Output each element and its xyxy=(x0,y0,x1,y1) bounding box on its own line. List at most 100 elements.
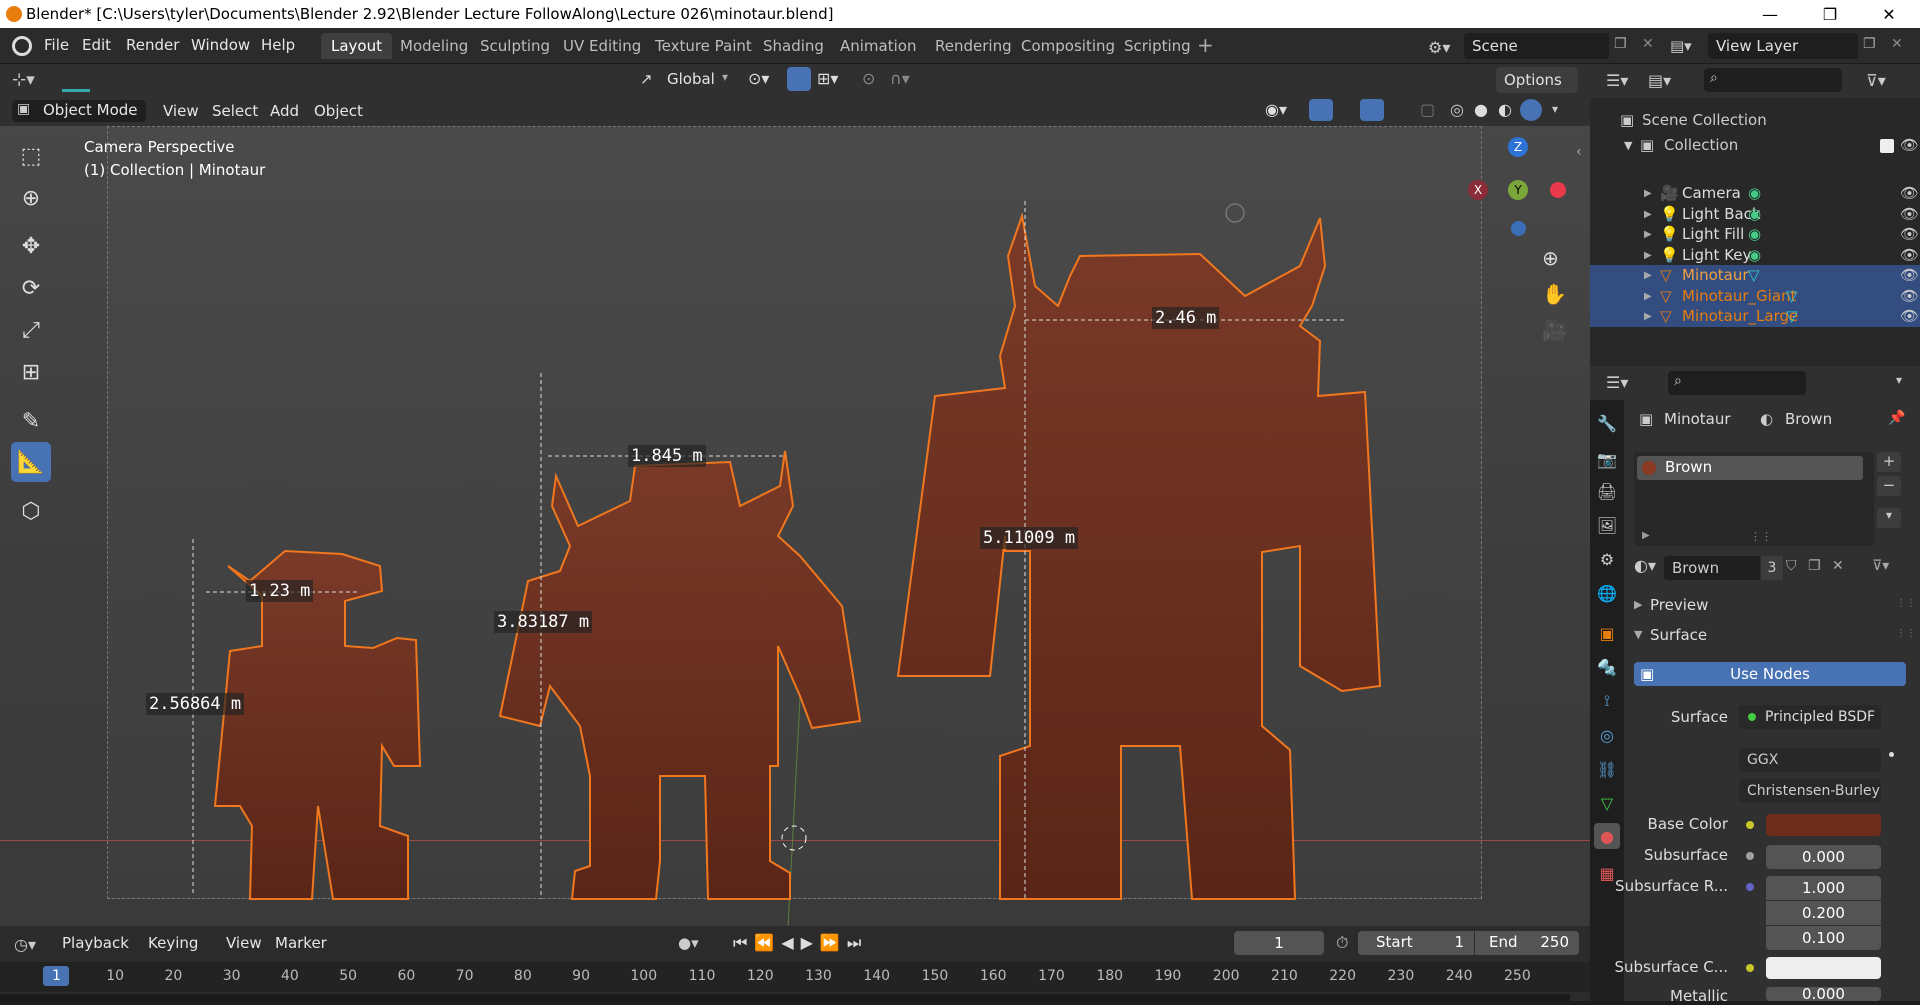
timeline-menu-playback[interactable]: Playback xyxy=(62,934,129,952)
eye-icon[interactable]: 👁 xyxy=(1900,306,1919,327)
surface-shader-field[interactable]: Principled BSDF xyxy=(1739,705,1881,729)
exclude-checkbox[interactable] xyxy=(1880,139,1894,153)
rendered-shading-icon[interactable] xyxy=(1520,99,1542,121)
object-data-icon[interactable]: ◉ xyxy=(1748,224,1761,245)
subsurface-method-dropdown[interactable]: Christensen-Burley xyxy=(1739,779,1881,803)
options-dropdown[interactable]: Options xyxy=(1496,67,1578,93)
expand-icon[interactable]: ▶ xyxy=(1644,224,1652,245)
outliner-type-icon[interactable]: ☰▾ xyxy=(1606,71,1628,90)
tab-texture-paint[interactable]: Texture Paint xyxy=(645,33,762,59)
maximize-button[interactable]: ❐ xyxy=(1807,0,1853,28)
gizmo-z-negative[interactable] xyxy=(1511,221,1526,236)
transform-orientation-dropdown[interactable]: Global xyxy=(667,70,715,88)
constraints-tab-icon[interactable]: ⛓ xyxy=(1594,756,1620,782)
outliner-item[interactable]: ▶ 💡 Light Fill ◉ 👁 xyxy=(1590,224,1920,245)
pin-icon[interactable]: 📌 xyxy=(1888,410,1905,426)
transform-orientation-icon[interactable]: ↗ xyxy=(640,70,653,88)
expand-icon[interactable]: ▶ xyxy=(1642,530,1650,541)
properties-search-input[interactable]: ⌕ xyxy=(1668,371,1806,395)
browse-material-icon[interactable]: ◐▾ xyxy=(1634,556,1656,575)
fake-user-icon[interactable]: ⛉ xyxy=(1786,558,1797,574)
expand-icon[interactable]: ▶ xyxy=(1644,265,1652,286)
keyframe-dot[interactable] xyxy=(1889,752,1894,757)
gizmo-x-axis[interactable]: X xyxy=(1468,180,1488,200)
expand-icon[interactable]: ▶ xyxy=(1644,306,1652,327)
render-tab-icon[interactable]: 📷 xyxy=(1594,446,1620,472)
tab-animation[interactable]: Animation xyxy=(830,33,926,59)
close-button[interactable]: ✕ xyxy=(1866,0,1912,28)
tab-scripting[interactable]: Scripting xyxy=(1114,33,1201,59)
mesh-data-icon[interactable]: ▽ xyxy=(1786,306,1798,327)
outliner-scene-collection[interactable]: ▣ Scene Collection xyxy=(1590,108,1920,133)
auto-keying-icon[interactable]: ●▾ xyxy=(678,934,699,952)
menu-help[interactable]: Help xyxy=(261,36,295,54)
preview-collapse-icon[interactable]: ▶ xyxy=(1634,598,1642,611)
material-name-field[interactable]: Brown xyxy=(1664,556,1760,580)
object-tab-icon[interactable]: ▣ xyxy=(1594,620,1620,646)
gizmo-y-axis[interactable]: Y xyxy=(1508,180,1528,200)
tab-modeling[interactable]: Modeling xyxy=(390,33,478,59)
playback-controls[interactable]: ⏮⏪◀▶⏩⏭ xyxy=(733,933,868,953)
start-frame-field[interactable]: Start 1 xyxy=(1358,931,1474,955)
preview-panel-header[interactable]: Preview xyxy=(1650,596,1708,614)
scene-selector-icon[interactable]: ⚙▾ xyxy=(1428,38,1450,57)
subsurface-radius-z[interactable]: 0.100 xyxy=(1766,926,1881,950)
camera-view-icon[interactable]: 🎥 xyxy=(1542,318,1567,342)
zoom-icon[interactable]: ⊕ xyxy=(1542,246,1559,270)
base-color-swatch[interactable] xyxy=(1766,814,1881,836)
metallic-value-field[interactable]: 0.000 xyxy=(1766,987,1881,1001)
resize-handle-icon[interactable]: ⋮⋮ xyxy=(1750,530,1772,543)
gizmo-x-positive[interactable] xyxy=(1550,182,1566,198)
mesh-data-icon[interactable]: ▽ xyxy=(1748,265,1760,286)
eye-icon[interactable]: 👁 xyxy=(1900,133,1919,158)
output-tab-icon[interactable]: 🖨 xyxy=(1594,478,1620,504)
eye-icon[interactable]: 👁 xyxy=(1900,183,1919,204)
menu-edit[interactable]: Edit xyxy=(82,36,111,54)
add-workspace-icon[interactable]: + xyxy=(1197,33,1214,57)
tab-sculpting[interactable]: Sculpting xyxy=(470,33,560,59)
viewport-menu-select[interactable]: Select xyxy=(212,102,258,120)
modifier-tab-icon[interactable]: 🔩 xyxy=(1594,654,1620,680)
mesh-data-icon[interactable]: ▽ xyxy=(1786,286,1798,307)
visibility-icon[interactable]: ◉▾ xyxy=(1265,100,1287,119)
scene-name-field[interactable]: Scene xyxy=(1464,33,1609,59)
expand-icon[interactable]: ▶ xyxy=(1644,183,1652,204)
viewport-menu-view[interactable]: View xyxy=(163,102,199,120)
filter-icon[interactable]: ⊽▾ xyxy=(1866,71,1886,90)
3d-viewport[interactable]: ⬚ ⊕ ✥ ⟳ ⤢ ⊞ ✎ 📐 ⬡ Camera Perspective (1)… xyxy=(0,126,1590,926)
use-nodes-button[interactable]: ▣ Use Nodes xyxy=(1634,662,1906,686)
scene-tab-icon[interactable]: ⚙ xyxy=(1594,546,1620,572)
collapse-icon[interactable]: ▼ xyxy=(1624,133,1632,158)
overlay-toggle-icon[interactable] xyxy=(1360,99,1384,121)
material-users-count[interactable]: 3 xyxy=(1761,556,1783,580)
view-layer-field[interactable]: View Layer xyxy=(1708,33,1858,59)
distribution-dropdown[interactable]: GGX xyxy=(1739,748,1881,772)
minotaur-figures[interactable] xyxy=(0,126,1590,926)
view-layer-icon[interactable]: ▤▾ xyxy=(1670,37,1692,55)
gizmo-toggle-icon[interactable] xyxy=(1309,99,1333,121)
menu-render[interactable]: Render xyxy=(126,36,179,54)
blender-menu-icon[interactable] xyxy=(12,36,32,56)
pivot-point-icon[interactable]: ⊙▾ xyxy=(748,69,769,88)
proportional-editing-icon[interactable]: ⊙ xyxy=(862,69,875,88)
data-tab-icon[interactable]: ▽ xyxy=(1594,790,1620,816)
timeline-scrollbar[interactable] xyxy=(0,994,1570,1001)
properties-type-icon[interactable]: ☰▾ xyxy=(1606,373,1628,392)
end-frame-field[interactable]: End 250 xyxy=(1475,931,1579,955)
menu-window[interactable]: Window xyxy=(191,36,250,54)
minimize-button[interactable]: — xyxy=(1747,0,1793,28)
delete-view-layer-icon[interactable]: ✕ xyxy=(1891,36,1903,52)
eye-icon[interactable]: 👁 xyxy=(1900,245,1919,266)
outliner-item[interactable]: ▶ ▽ Minotaur_Giant ▽ 👁 xyxy=(1590,285,1920,307)
expand-icon[interactable]: ▶ xyxy=(1644,286,1652,307)
outliner-search-input[interactable]: ⌕ xyxy=(1704,68,1842,92)
wireframe-shading-icon[interactable]: ◎ xyxy=(1450,100,1464,119)
outliner-item[interactable]: ▶ ▽ Minotaur ▽ 👁 xyxy=(1590,265,1920,286)
timeline-menu-marker[interactable]: Marker xyxy=(275,934,327,952)
expand-icon[interactable]: ▶ xyxy=(1644,204,1652,225)
gizmo-z-axis[interactable]: Z xyxy=(1508,137,1528,157)
outliner-item[interactable]: ▶ 💡 Light Back ◉ 👁 xyxy=(1590,204,1920,225)
new-scene-icon[interactable]: ❐ xyxy=(1614,36,1627,52)
subsurface-radius-x[interactable]: 1.000 xyxy=(1766,876,1881,900)
outliner-item[interactable]: ▶ ▽ Minotaur_Large ▽ 👁 xyxy=(1590,306,1920,327)
